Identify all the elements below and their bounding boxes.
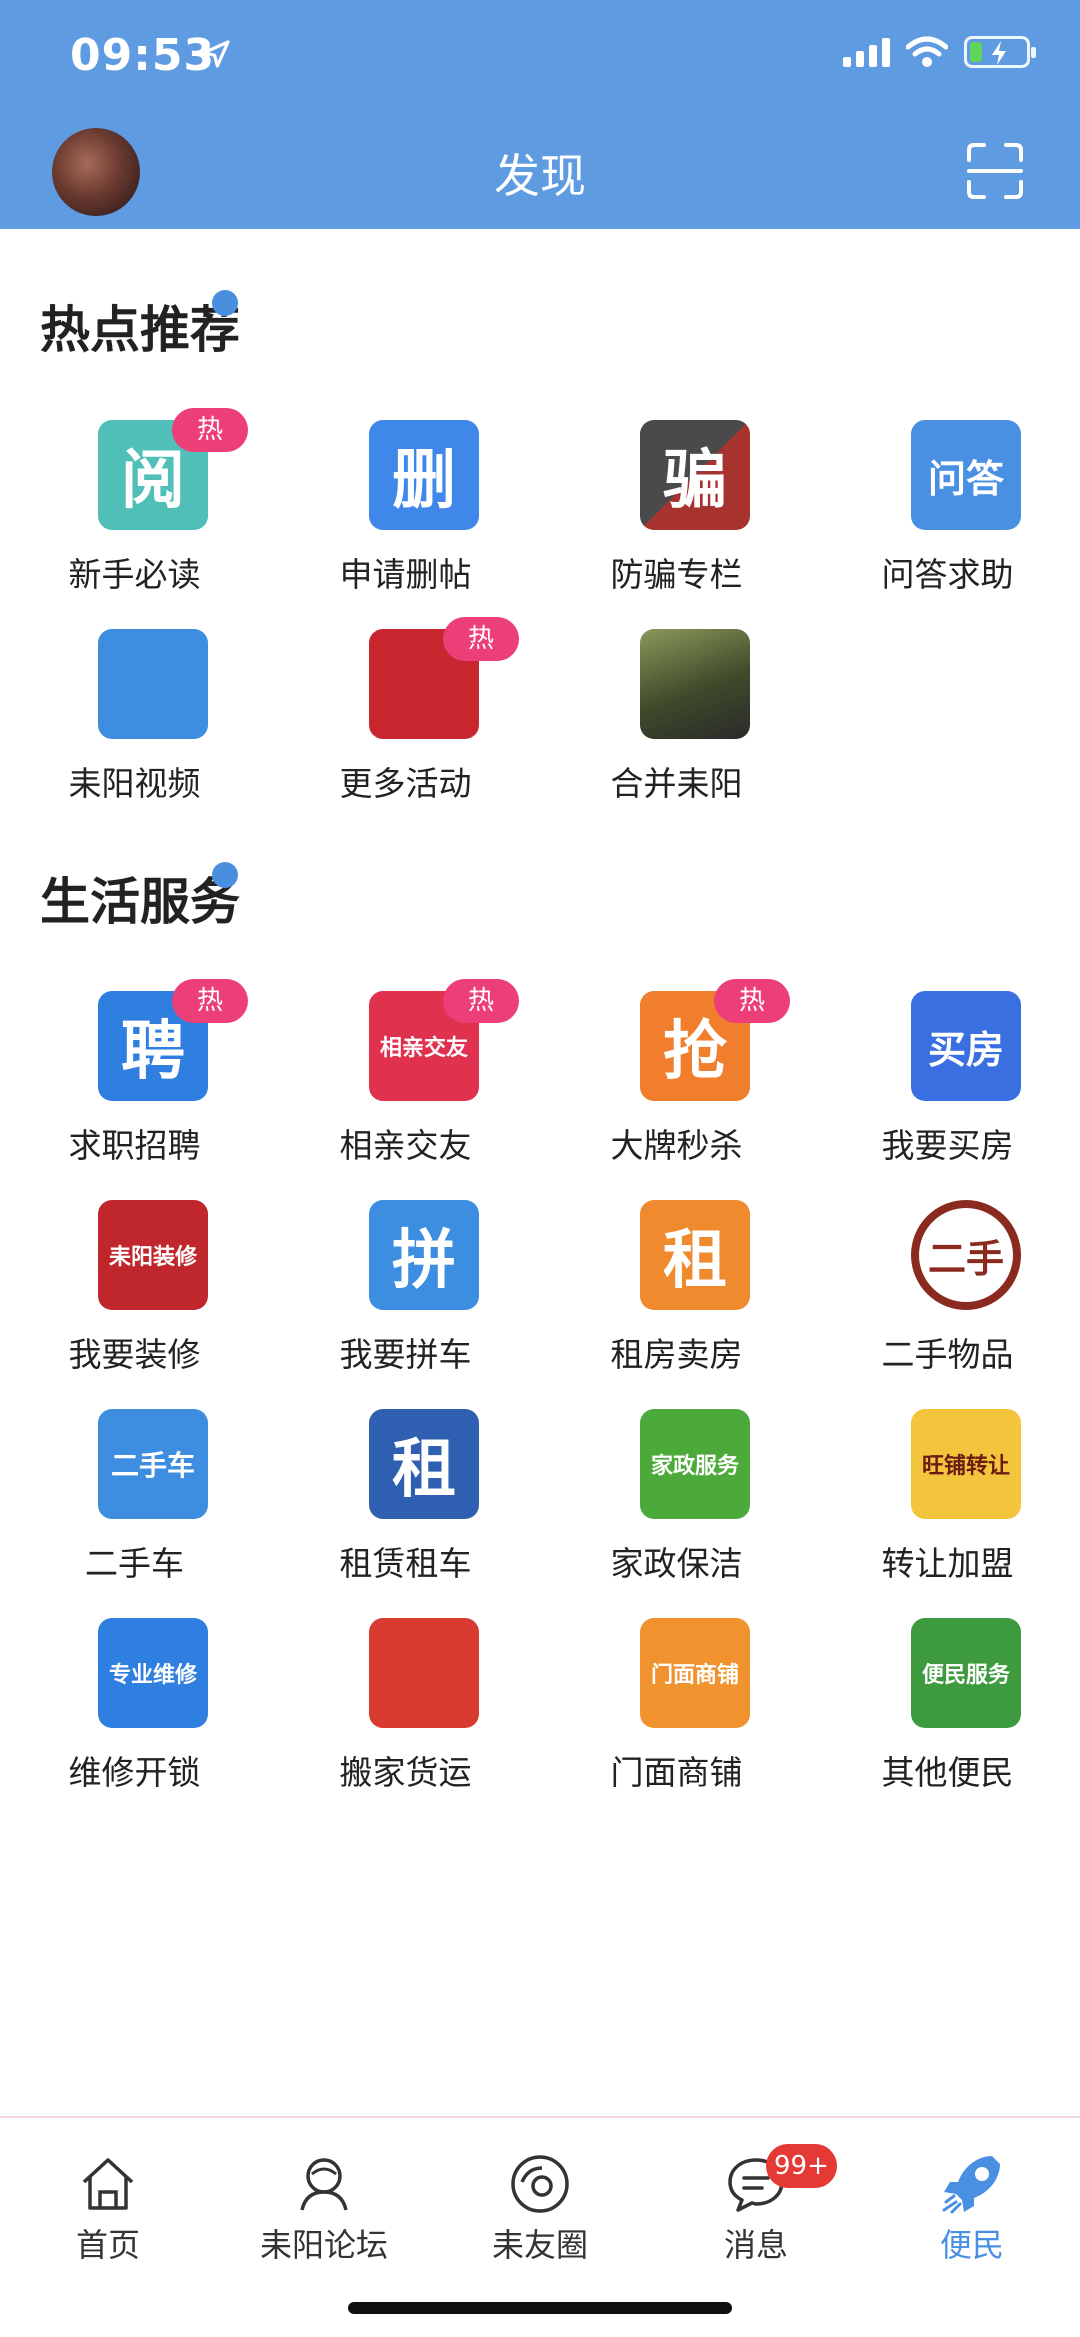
- grid-item[interactable]: 耒阳视频: [0, 629, 270, 829]
- section-title-life: 生活服务: [40, 873, 240, 931]
- convenience-icon: 便民服务: [911, 1618, 1021, 1728]
- repair-icon: 专业维修: [98, 1618, 208, 1728]
- shop-transfer-icon: 旺铺转让: [911, 1409, 1021, 1519]
- grid-item-label: 搬家货运: [339, 1753, 472, 1792]
- grid-item-label: 我要买房: [881, 1126, 1014, 1165]
- grid-item[interactable]: 问答问答求助: [812, 420, 1080, 620]
- tab-label: 首页: [75, 2226, 140, 2264]
- section-title-hot: 热点推荐: [40, 301, 240, 359]
- second-hand-icon: 二手: [911, 1200, 1021, 1310]
- grid-item[interactable]: 租租房卖房: [541, 1200, 812, 1400]
- grid-item-label: 我要拼车: [339, 1335, 472, 1374]
- hot-badge: 热: [443, 617, 519, 661]
- grid-item-label: 防骗专栏: [610, 555, 743, 594]
- grid-item-label: 求职招聘: [68, 1126, 201, 1165]
- grid-item-label: 家政保洁: [610, 1544, 743, 1583]
- hot-badge: 热: [714, 979, 790, 1023]
- anti-fraud-icon: 骗: [640, 420, 750, 530]
- grid-item-label: 大牌秒杀: [610, 1126, 743, 1165]
- grid-item[interactable]: 热更多活动: [270, 617, 541, 829]
- page-title: 发现: [494, 149, 586, 203]
- used-car-icon: 二手车: [98, 1409, 208, 1519]
- carpool-icon: 拼: [369, 1200, 479, 1310]
- battery-icon: [964, 36, 1036, 68]
- grid-item[interactable]: 二手车 二手车: [0, 1409, 270, 1609]
- grid-item-label: 二手物品: [881, 1335, 1014, 1374]
- grid-item[interactable]: 骗防骗专栏: [541, 420, 812, 620]
- grid-item-label: 问答求助: [881, 555, 1014, 594]
- grid-item-label: 更多活动: [339, 764, 472, 803]
- scan-icon[interactable]: [966, 142, 1024, 200]
- grid-item-label: 租赁租车: [339, 1544, 472, 1583]
- tab-label: 消息: [723, 2226, 788, 2264]
- section-dot: [212, 290, 238, 316]
- moving-truck-icon: [369, 1618, 479, 1728]
- grid-item[interactable]: 聘热求职招聘: [0, 979, 270, 1191]
- location-arrow-icon: [202, 40, 230, 68]
- storefront-icon: 门面商铺: [640, 1618, 750, 1728]
- hot-badge: 热: [443, 979, 519, 1023]
- video-play-icon: [98, 629, 208, 739]
- tab-messages[interactable]: 99+ 消息: [648, 2138, 864, 2278]
- grid-item-label: 转让加盟: [881, 1544, 1014, 1583]
- tab-convenience[interactable]: 便民: [864, 2138, 1080, 2278]
- grid-item-label: 门面商铺: [610, 1753, 743, 1792]
- rocket-icon: [942, 2156, 1000, 2214]
- grid-item[interactable]: 合并耒阳: [541, 629, 812, 829]
- grid-item[interactable]: 门面商铺 门面商铺: [541, 1618, 812, 1818]
- grid-item[interactable]: 搬家货运: [270, 1618, 541, 1818]
- forum-icon: [300, 2158, 348, 2211]
- character-avatar-icon: [640, 629, 750, 739]
- circle-icon: [511, 2155, 569, 2213]
- grid-item-label: 申请删帖: [339, 555, 472, 594]
- home-indicator: [348, 2302, 732, 2314]
- status-indicators: [843, 36, 1036, 68]
- hot-badge: 热: [172, 408, 248, 452]
- tab-label: 耒友圈: [491, 2226, 588, 2264]
- decoration-icon: 耒阳装修: [98, 1200, 208, 1310]
- grid-item[interactable]: 删申请删帖: [270, 420, 541, 620]
- grid-item[interactable]: 租租赁租车: [270, 1409, 541, 1609]
- grid-item[interactable]: 阅热新手必读: [0, 408, 270, 620]
- tab-circle[interactable]: 耒友圈: [432, 2138, 648, 2278]
- grid-item[interactable]: 便民服务其他便民: [812, 1618, 1080, 1818]
- grid-item[interactable]: 家政服务家政保洁: [541, 1409, 812, 1609]
- housekeeping-icon: 家政服务: [640, 1409, 750, 1519]
- status-time: 09:53: [70, 30, 216, 81]
- grid-item[interactable]: 相亲交友热相亲交友: [270, 979, 541, 1191]
- home-icon: [82, 2158, 134, 2210]
- grid-item-label: 维修开锁: [68, 1753, 201, 1792]
- grid-item[interactable]: 专业维修维修开锁: [0, 1618, 270, 1818]
- grid-item-label: 新手必读: [68, 555, 201, 594]
- grid-item-label: 耒阳视频: [68, 764, 201, 803]
- unread-badge: 99+: [766, 2144, 837, 2188]
- grid-item-label: 合并耒阳: [610, 764, 743, 803]
- grid-item[interactable]: 抢热大牌秒杀: [541, 979, 812, 1191]
- tab-home[interactable]: 首页: [0, 2138, 216, 2278]
- section-dot: [212, 862, 238, 888]
- grid-item-label: 我要装修: [68, 1335, 201, 1374]
- grid-item-label: 租房卖房: [610, 1335, 743, 1374]
- delete-post-icon: 删: [369, 420, 479, 530]
- grid-item[interactable]: 买房我要买房: [812, 991, 1080, 1191]
- top-bar: 09:53 发现: [0, 0, 1080, 229]
- wifi-icon: [906, 36, 948, 67]
- rent-house-icon: 租: [640, 1200, 750, 1310]
- buy-house-icon: 买房: [911, 991, 1021, 1101]
- grid-item[interactable]: 二手二手物品: [812, 1200, 1080, 1400]
- tab-forum[interactable]: 耒阳论坛: [216, 2138, 432, 2278]
- grid-item-label: 二手车: [85, 1544, 184, 1583]
- hot-badge: 热: [172, 979, 248, 1023]
- signal-icon: [843, 37, 890, 67]
- rental-truck-icon: 租: [369, 1409, 479, 1519]
- grid-item[interactable]: 旺铺转让转让加盟: [812, 1409, 1080, 1609]
- qa-icon: 问答: [911, 420, 1021, 530]
- grid-item[interactable]: 耒阳装修我要装修: [0, 1200, 270, 1400]
- grid-item-label: 其他便民: [881, 1753, 1014, 1792]
- grid-item-label: 相亲交友: [339, 1126, 472, 1165]
- grid-item[interactable]: 拼我要拼车: [270, 1200, 541, 1400]
- tab-label: 耒阳论坛: [259, 2226, 388, 2264]
- tab-label: 便民: [939, 2226, 1004, 2264]
